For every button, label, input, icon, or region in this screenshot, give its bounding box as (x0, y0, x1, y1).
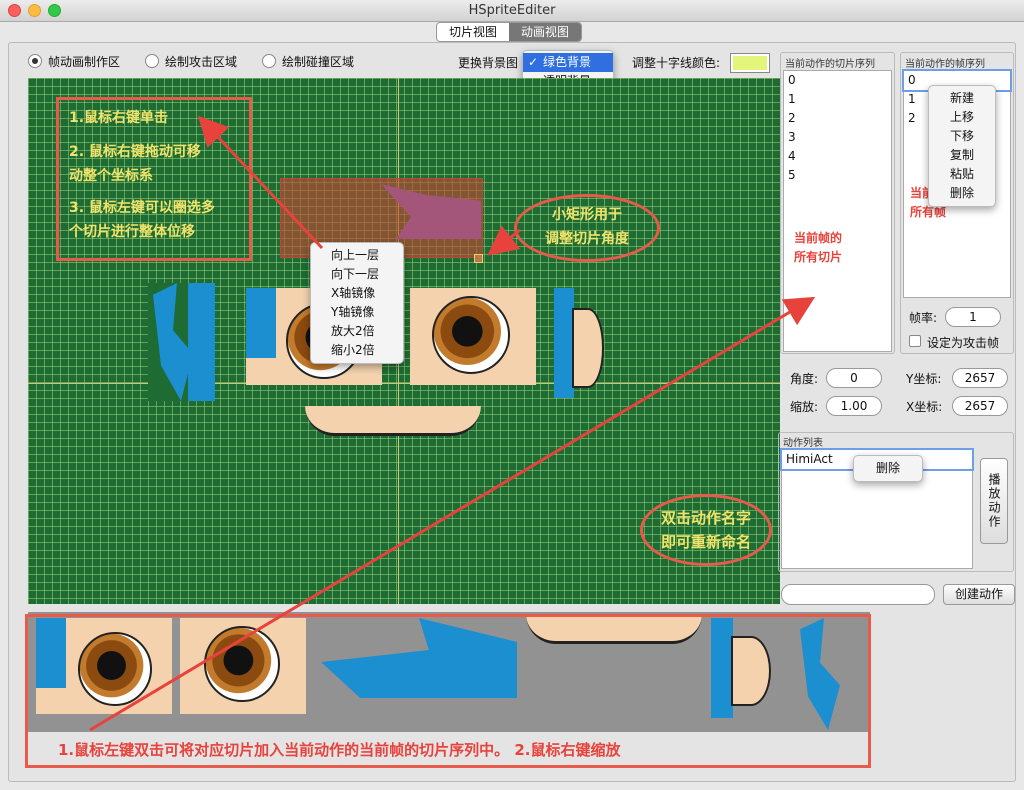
arrow-to-handle (487, 225, 521, 256)
arrow-to-slice-list (89, 296, 816, 732)
arrow-to-note (197, 115, 324, 250)
annotation-arrows (89, 115, 816, 732)
